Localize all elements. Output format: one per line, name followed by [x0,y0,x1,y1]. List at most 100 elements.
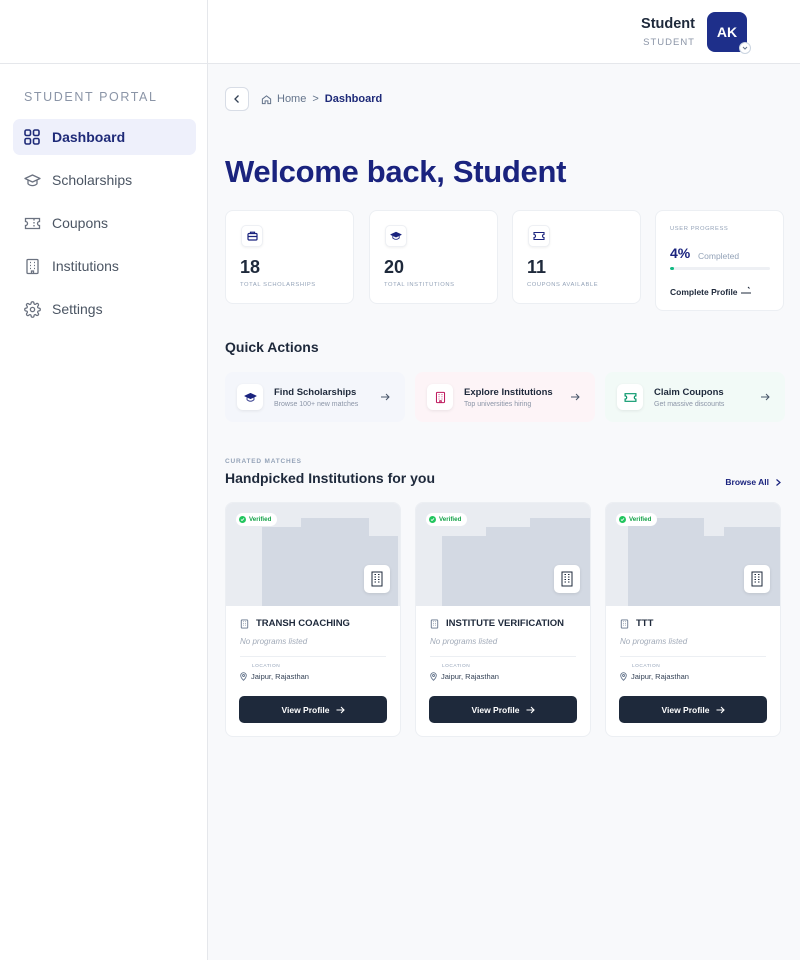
sidebar-item-label: Scholarships [52,172,133,188]
back-button[interactable] [225,87,249,111]
location-row: Jaipur, Rajasthan [620,672,689,681]
graduation-cap-icon [237,384,263,410]
progress-title: USER PROGRESS [670,226,729,232]
graduation-cap-icon [23,171,41,189]
institution-location: Jaipur, Rajasthan [441,672,499,681]
ticket-icon [23,214,41,232]
gear-icon [23,300,41,318]
arrow-right-icon [716,706,725,713]
institution-card: Verified TTT No programs listed LOCATION… [605,502,781,737]
view-profile-button[interactable]: View Profile [429,696,577,723]
quick-action-subtitle: Browse 100+ new matches [274,401,359,408]
institution-card: Verified INSTITUTE VERIFICATION No progr… [415,502,591,737]
home-icon [261,94,272,104]
quick-action-claim-coupons[interactable]: Claim Coupons Get massive discounts [605,372,785,422]
stat-card-coupons: 11 COUPONS AVAILABLE [512,210,641,304]
chevron-left-icon [234,95,239,103]
browse-all-label: Browse All [725,477,769,487]
institution-name-row: TTT [620,618,653,629]
stat-label: TOTAL INSTITUTIONS [384,282,455,288]
chevron-right-icon [776,478,781,486]
arrow-right-icon [757,389,773,405]
institution-card: Verified TRANSH COACHING No programs lis… [225,502,401,737]
institution-programs: No programs listed [240,637,308,646]
building-icon [620,618,629,629]
sidebar-item-scholarships[interactable]: Scholarships [13,162,196,198]
building-icon [554,565,580,593]
quick-action-find-scholarships[interactable]: Find Scholarships Browse 100+ new matche… [225,372,405,422]
institution-name: TTT [636,618,654,629]
portal-label: STUDENT PORTAL [24,90,158,104]
curated-title: Handpicked Institutions for you [225,470,436,486]
divider [430,656,576,657]
building-icon [23,257,41,275]
quick-actions-title: Quick Actions [225,339,319,355]
check-icon [239,516,246,523]
view-profile-button[interactable]: View Profile [239,696,387,723]
quick-action-explore-institutions[interactable]: Explore Institutions Top universities hi… [415,372,595,422]
breadcrumb-separator: > [312,93,319,105]
stat-value: 18 [240,257,261,277]
quick-action-title: Claim Coupons [654,387,724,398]
ticket-icon [617,384,643,410]
building-icon [427,384,453,410]
sidebar-item-label: Coupons [52,215,109,231]
map-pin-icon [240,672,247,681]
top-header: Student STUDENT AK [208,0,800,64]
sidebar-item-label: Dashboard [52,129,126,145]
user-role: STUDENT [643,37,695,48]
sidebar: STUDENT PORTAL Dashboard Scholarships Co… [0,0,208,960]
grid-icon [23,128,41,146]
building-icon [744,565,770,593]
arrow-right-icon [526,706,535,713]
avatar[interactable]: AK [707,12,751,54]
institution-name: TRANSH COACHING [256,618,350,629]
institution-programs: No programs listed [620,637,688,646]
institution-location: Jaipur, Rajasthan [251,672,309,681]
verified-badge: Verified [616,513,658,526]
breadcrumb: Home > Dashboard [261,93,382,105]
verified-badge: Verified [236,513,278,526]
sidebar-item-settings[interactable]: Settings [13,291,196,327]
check-icon [429,516,436,523]
progress-completed-label: Completed [698,251,740,261]
institution-name: INSTITUTE VERIFICATION [446,618,565,629]
arrow-right-icon [336,706,345,713]
sidebar-item-dashboard[interactable]: Dashboard [13,119,196,155]
complete-profile-link[interactable]: Complete Profile [670,287,738,297]
sidebar-brand-area [0,0,207,64]
curated-eyebrow: CURATED MATCHES [225,458,302,465]
sidebar-item-institutions[interactable]: Institutions [13,248,196,284]
quick-action-title: Explore Institutions [464,387,553,398]
view-profile-button[interactable]: View Profile [619,696,767,723]
progress-bar [670,267,770,270]
stat-value: 20 [384,257,405,277]
browse-all-link[interactable]: Browse All [725,477,782,487]
view-profile-label: View Profile [471,704,520,715]
divider [240,656,386,657]
user-name: Student [641,16,695,32]
arrow-right-icon [377,389,393,405]
institution-location: Jaipur, Rajasthan [631,672,689,681]
institution-name-row: INSTITUTE VERIFICATION [430,618,564,629]
avatar-initials: AK [716,24,738,40]
verified-label: Verified [249,516,272,523]
sidebar-nav: Dashboard Scholarships Coupons Instituti… [13,119,196,334]
quick-action-subtitle: Get massive discounts [654,401,725,408]
breadcrumb-home[interactable]: Home [277,93,306,105]
location-label: LOCATION [252,664,281,669]
quick-action-title: Find Scholarships [274,387,357,398]
verified-badge: Verified [426,513,468,526]
stat-value: 11 [527,257,547,277]
check-icon [619,516,626,523]
view-profile-label: View Profile [661,704,710,715]
building-icon [430,618,439,629]
progress-bar-fill [670,267,674,270]
sidebar-item-coupons[interactable]: Coupons [13,205,196,241]
institution-programs: No programs listed [430,637,498,646]
view-profile-label: View Profile [281,704,330,715]
stat-card-institutions: 20 TOTAL INSTITUTIONS [369,210,498,304]
map-pin-icon [620,672,627,681]
institution-name-row: TRANSH COACHING [240,618,350,629]
location-label: LOCATION [632,664,661,669]
